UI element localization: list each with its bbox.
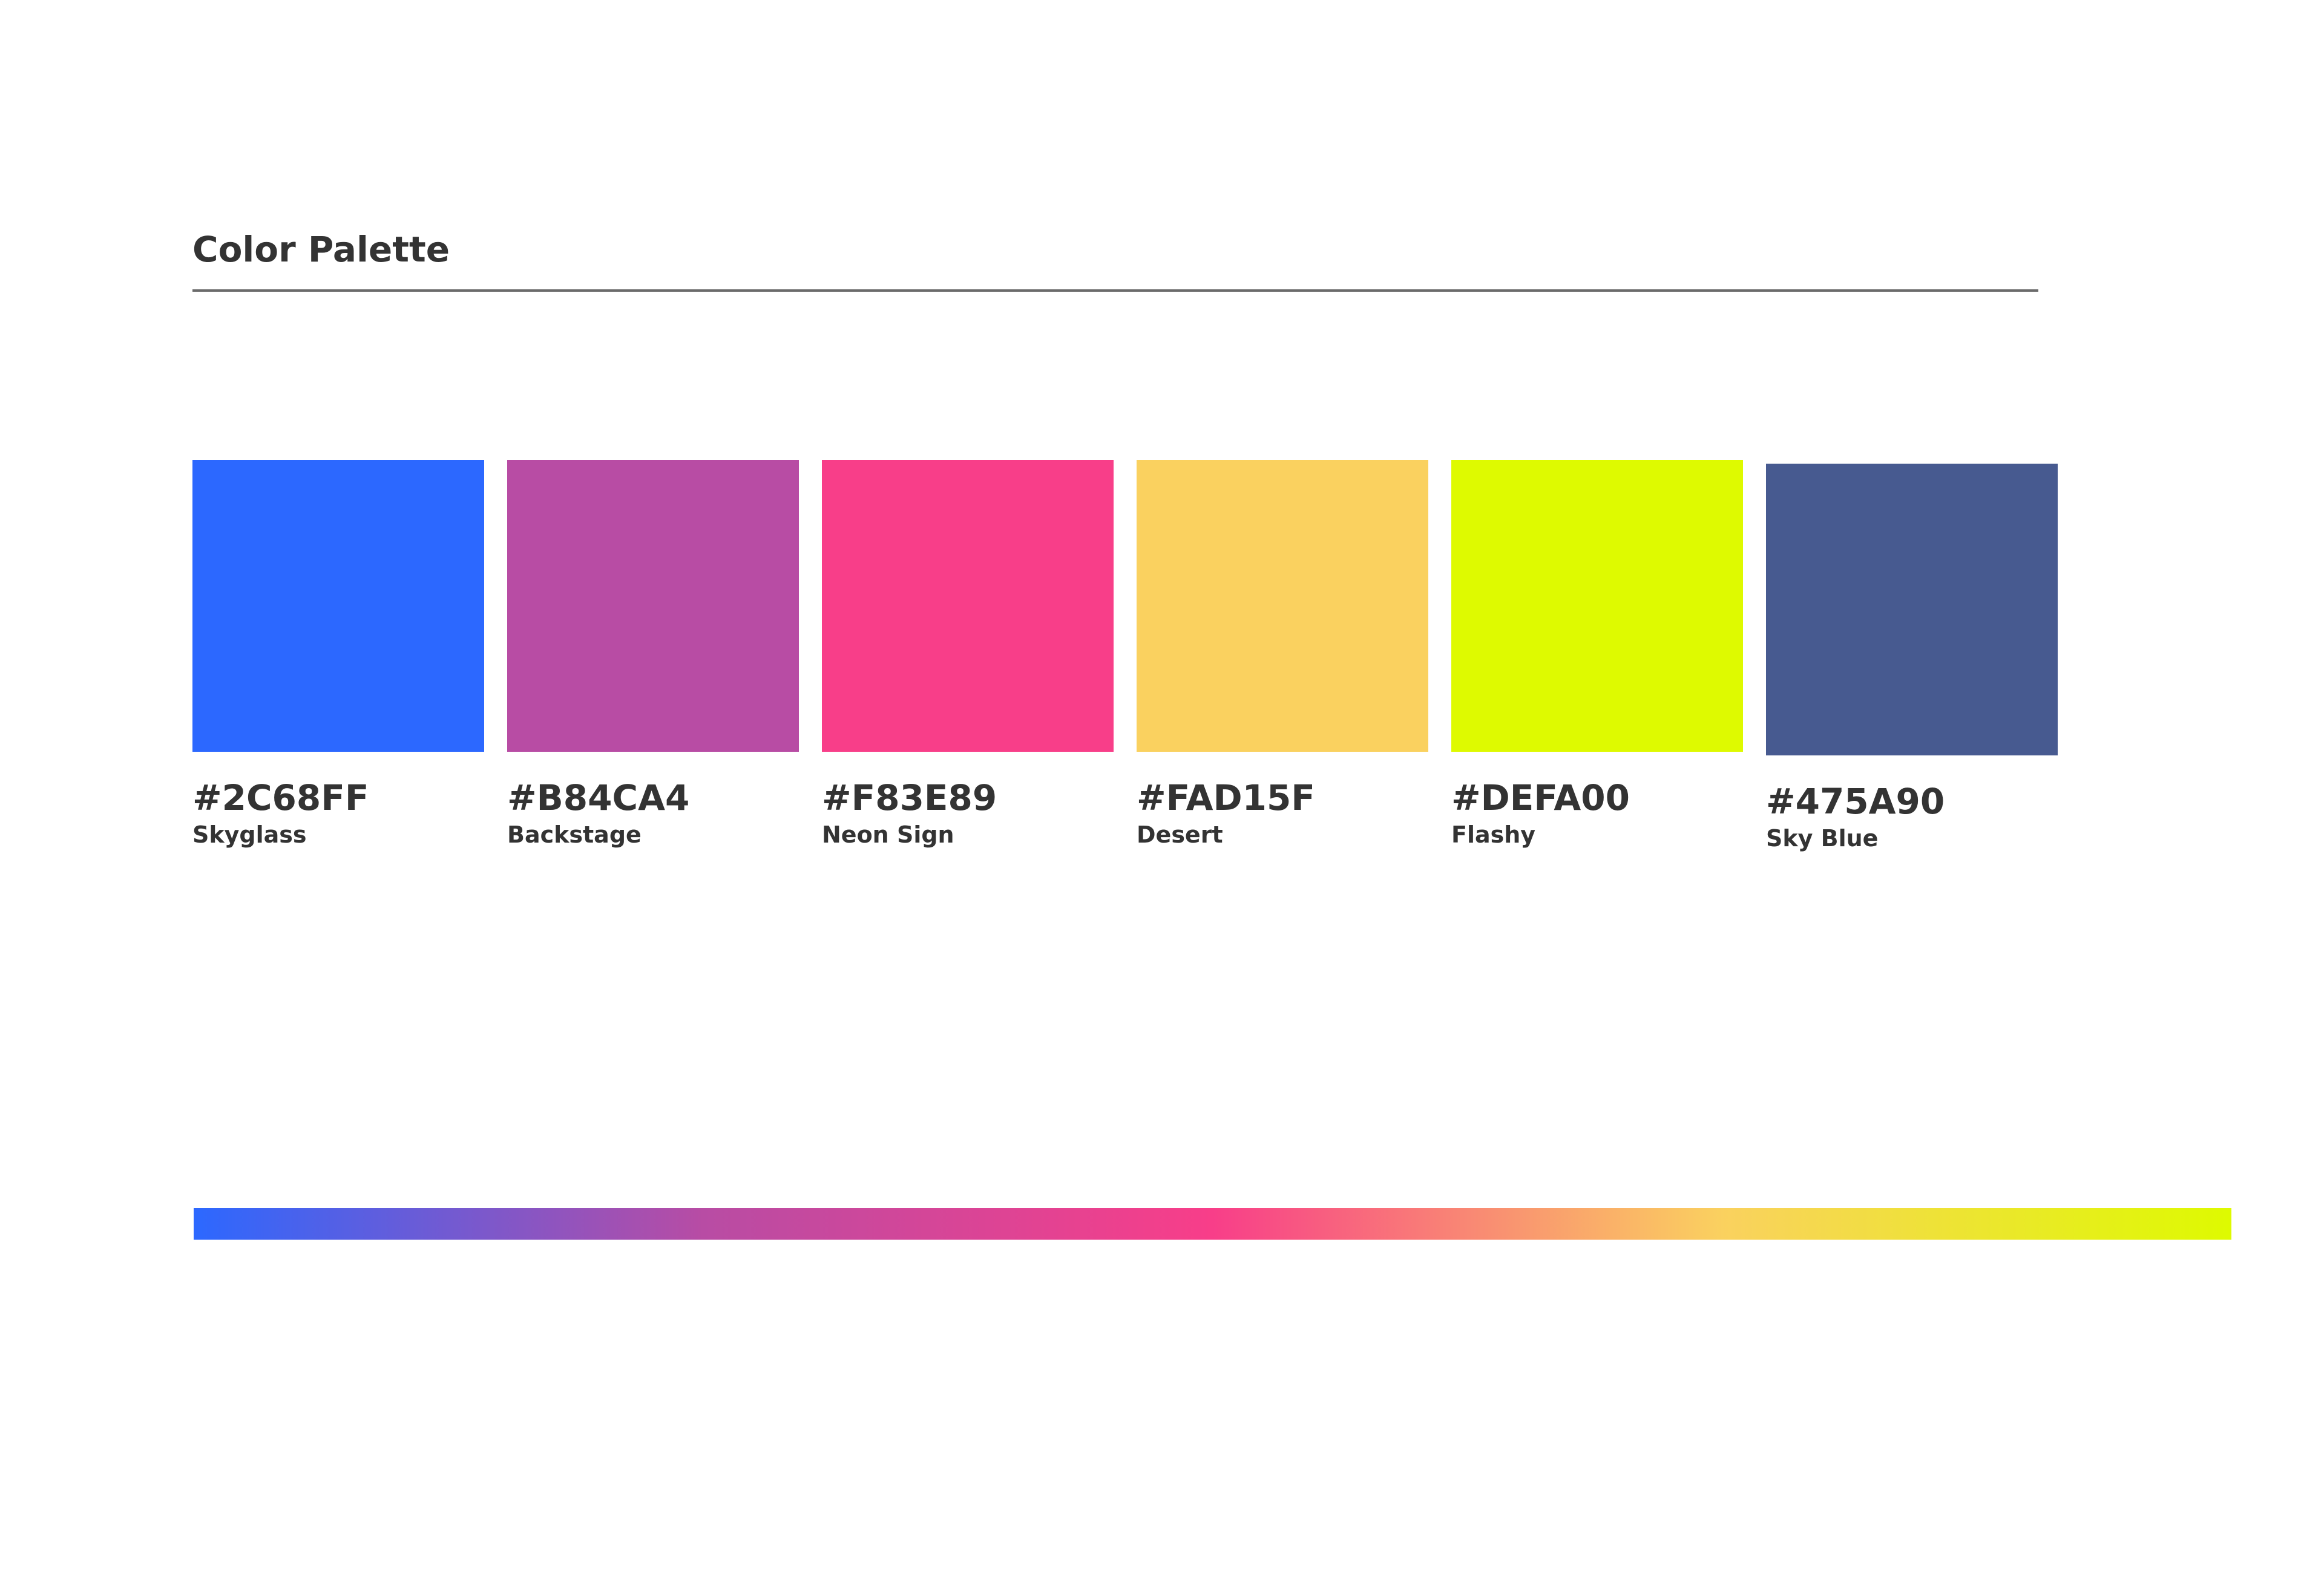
swatch-neon-sign: #F83E89 Neon Sign — [822, 460, 1114, 850]
swatch-name: Skyglass — [192, 821, 307, 848]
swatch-backstage: #B84CA4 Backstage — [507, 460, 799, 850]
swatch-flashy: #DEFA00 Flashy — [1451, 460, 1743, 850]
swatch-name: Flashy — [1451, 821, 1536, 848]
color-chip — [1451, 460, 1743, 752]
title-divider — [192, 289, 2038, 292]
gradient-bar — [194, 1208, 2231, 1240]
swatch-name: Desert — [1137, 821, 1223, 848]
swatch-hex: #2C68FF — [192, 777, 369, 818]
color-chip — [822, 460, 1114, 752]
page-title: Color Palette — [192, 229, 450, 270]
swatch-name: Neon Sign — [822, 821, 954, 848]
swatch-name: Backstage — [507, 821, 642, 848]
color-chip — [192, 460, 484, 752]
swatch-hex: #FAD15F — [1137, 777, 1315, 818]
swatch-skyglass: #2C68FF Skyglass — [192, 460, 484, 850]
color-chip — [507, 460, 799, 752]
swatch-hex: #475A90 — [1766, 781, 1945, 822]
swatch-desert: #FAD15F Desert — [1137, 460, 1428, 850]
color-chip — [1137, 460, 1428, 752]
swatch-hex: #F83E89 — [822, 777, 997, 818]
swatch-hex: #DEFA00 — [1451, 777, 1630, 818]
swatch-sky-blue: #475A90 Sky Blue — [1766, 464, 2058, 853]
swatch-name: Sky Blue — [1766, 825, 1879, 852]
color-chip — [1766, 464, 2058, 755]
swatch-hex: #B84CA4 — [507, 777, 690, 818]
